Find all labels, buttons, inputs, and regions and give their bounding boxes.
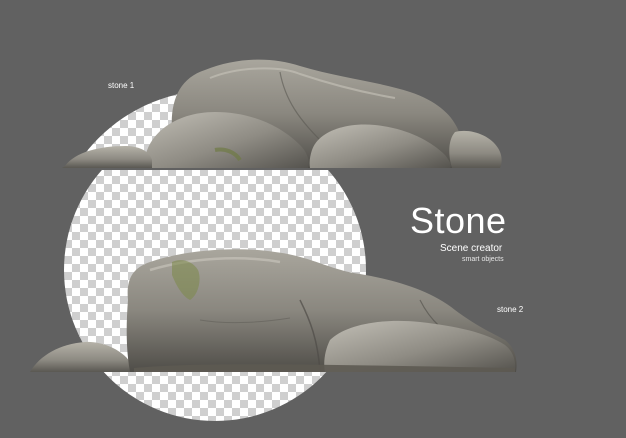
stone-1-left-rock — [62, 146, 152, 168]
stone-1-label: stone 1 — [108, 81, 135, 90]
title-subtitle: Scene creator — [440, 243, 503, 254]
stone-2-label: stone 2 — [497, 305, 524, 314]
scene-canvas — [30, 59, 520, 421]
stone-2-right-rock — [324, 320, 516, 372]
title-tagline: smart objects — [462, 256, 504, 263]
stone-1-right-rock — [449, 130, 502, 168]
stone-1-group — [62, 59, 502, 169]
title-heading: Stone — [410, 200, 507, 241]
divider-band — [40, 168, 520, 170]
